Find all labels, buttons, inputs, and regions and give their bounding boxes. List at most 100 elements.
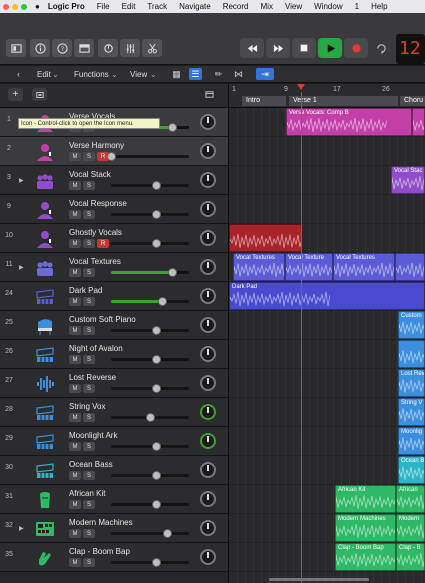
add-track-button[interactable]: + — [8, 88, 23, 101]
crossfade-tool-icon[interactable]: ⋈ — [232, 68, 245, 80]
volume-fader[interactable] — [111, 181, 189, 190]
fader-knob[interactable] — [152, 210, 162, 219]
synth-icon[interactable] — [34, 344, 56, 365]
playhead-line[interactable] — [301, 92, 302, 583]
waveform-icon[interactable] — [34, 373, 56, 394]
pan-knob[interactable] — [200, 288, 216, 304]
fader-knob[interactable] — [152, 239, 162, 248]
library-button[interactable] — [6, 39, 26, 57]
solo-button[interactable]: S — [83, 558, 95, 567]
solo-button[interactable]: S — [83, 210, 95, 219]
track-header[interactable]: 2 Verse Harmony M S R — [0, 137, 228, 166]
track-header[interactable]: 3 ▶ Vocal Stack M S — [0, 166, 228, 195]
track-header[interactable]: 9 Vocal Response M S — [0, 195, 228, 224]
mute-button[interactable]: M — [69, 268, 81, 277]
region[interactable]: Vocal Texture — [285, 253, 333, 281]
track-name[interactable]: Verse Harmony — [69, 141, 124, 150]
track-name[interactable]: Night of Avalon — [69, 344, 123, 353]
region[interactable]: Dark Pad — [229, 282, 425, 310]
toolbar-button[interactable] — [74, 39, 94, 57]
solo-button[interactable]: S — [83, 326, 95, 335]
region[interactable]: Lost Rev — [398, 369, 425, 397]
menu-mix[interactable]: Mix — [261, 2, 273, 11]
person-vocal-icon[interactable] — [34, 141, 56, 162]
volume-fader[interactable] — [111, 558, 189, 567]
functions-menu-chevron-icon[interactable]: ⌄ — [111, 70, 118, 79]
mute-button[interactable]: M — [69, 355, 81, 364]
pan-knob[interactable] — [200, 346, 216, 362]
solo-button[interactable]: S — [83, 268, 95, 277]
fader-knob[interactable] — [146, 413, 155, 422]
volume-fader[interactable] — [111, 355, 189, 364]
volume-fader[interactable] — [111, 529, 189, 538]
pan-knob[interactable] — [200, 114, 216, 130]
track-lane[interactable] — [229, 456, 425, 485]
mute-button[interactable]: M — [69, 471, 81, 480]
fader-knob[interactable] — [152, 500, 162, 509]
region[interactable] — [229, 224, 302, 252]
pan-knob[interactable] — [200, 230, 216, 246]
region[interactable]: Vocal Textures — [233, 253, 285, 281]
volume-fader[interactable] — [111, 442, 189, 451]
pan-knob[interactable] — [200, 491, 216, 507]
menu-window[interactable]: Window — [314, 2, 342, 11]
arrange-area[interactable]: Verse Vocals: Comp B Vocal Stac Vocal Text… — [229, 108, 425, 583]
solo-button[interactable]: S — [83, 384, 95, 393]
track-header[interactable]: 11 ▶ Vocal Textures M S — [0, 253, 228, 282]
track-header[interactable]: 28 String Vox M S — [0, 398, 228, 427]
region[interactable]: Modern Machines — [335, 514, 396, 542]
disclosure-triangle-icon[interactable]: ▶ — [19, 177, 24, 184]
grand-piano-icon[interactable] — [34, 315, 56, 336]
pan-knob[interactable] — [200, 520, 216, 536]
region[interactable]: African Kit — [335, 485, 396, 513]
pencil-tool-icon[interactable]: ✏ — [212, 68, 225, 80]
solo-button[interactable]: S — [83, 413, 95, 422]
inspector-button[interactable] — [30, 39, 50, 57]
volume-fader[interactable] — [111, 268, 189, 277]
synth-icon[interactable] — [34, 431, 56, 452]
pan-knob[interactable] — [200, 549, 216, 565]
stop-button[interactable] — [292, 38, 316, 58]
track-name[interactable]: Custom Soft Piano — [69, 315, 136, 324]
region[interactable]: Vocal Textures — [333, 253, 395, 281]
track-lane[interactable] — [229, 427, 425, 456]
mute-button[interactable]: M — [69, 326, 81, 335]
marker-chorus[interactable]: Choru — [400, 96, 425, 106]
pan-knob[interactable] — [200, 317, 216, 333]
fader-knob[interactable] — [163, 529, 173, 538]
track-name[interactable]: Ghostly Vocals — [69, 228, 122, 237]
track-name[interactable]: Lost Reverse — [69, 373, 116, 382]
fader-knob[interactable] — [167, 123, 177, 132]
quick-help-button[interactable]: ? — [52, 39, 72, 57]
play-button[interactable] — [318, 38, 342, 58]
playhead-marker[interactable] — [297, 84, 305, 90]
fader-knob[interactable] — [152, 558, 162, 567]
view-menu-chevron-icon[interactable]: ⌄ — [150, 70, 157, 79]
fader-knob[interactable] — [152, 384, 162, 393]
pan-knob[interactable] — [200, 172, 216, 188]
region[interactable]: Custom — [398, 311, 425, 339]
track-header[interactable]: 26 Night of Avalon M S — [0, 340, 228, 369]
menu-one[interactable]: 1 — [355, 2, 359, 11]
choir-icon[interactable] — [34, 170, 56, 191]
solo-button[interactable]: S — [83, 152, 95, 161]
region[interactable]: Clap - Boom Bap — [335, 543, 396, 571]
mixer-button[interactable] — [120, 39, 140, 57]
solo-button[interactable]: S — [83, 355, 95, 364]
track-name[interactable]: String Vox — [69, 402, 105, 411]
track-header[interactable]: 31 African Kit M S — [0, 485, 228, 514]
region[interactable]: String V — [398, 398, 425, 426]
volume-fader[interactable] — [111, 413, 189, 422]
fader-knob[interactable] — [152, 181, 162, 190]
choir-icon[interactable] — [34, 257, 56, 278]
disclosure-triangle-icon[interactable]: ▶ — [19, 525, 24, 532]
horizontal-scrollbar[interactable] — [229, 577, 425, 582]
volume-fader[interactable] — [111, 500, 189, 509]
smart-controls-button[interactable] — [98, 39, 118, 57]
forward-button[interactable] — [266, 38, 290, 58]
synth-icon[interactable] — [34, 286, 56, 307]
track-header[interactable]: 10 Ghostly Vocals M S R — [0, 224, 228, 253]
mute-button[interactable]: M — [69, 442, 81, 451]
menu-record[interactable]: Record — [223, 2, 249, 11]
mute-button[interactable]: M — [69, 239, 81, 248]
